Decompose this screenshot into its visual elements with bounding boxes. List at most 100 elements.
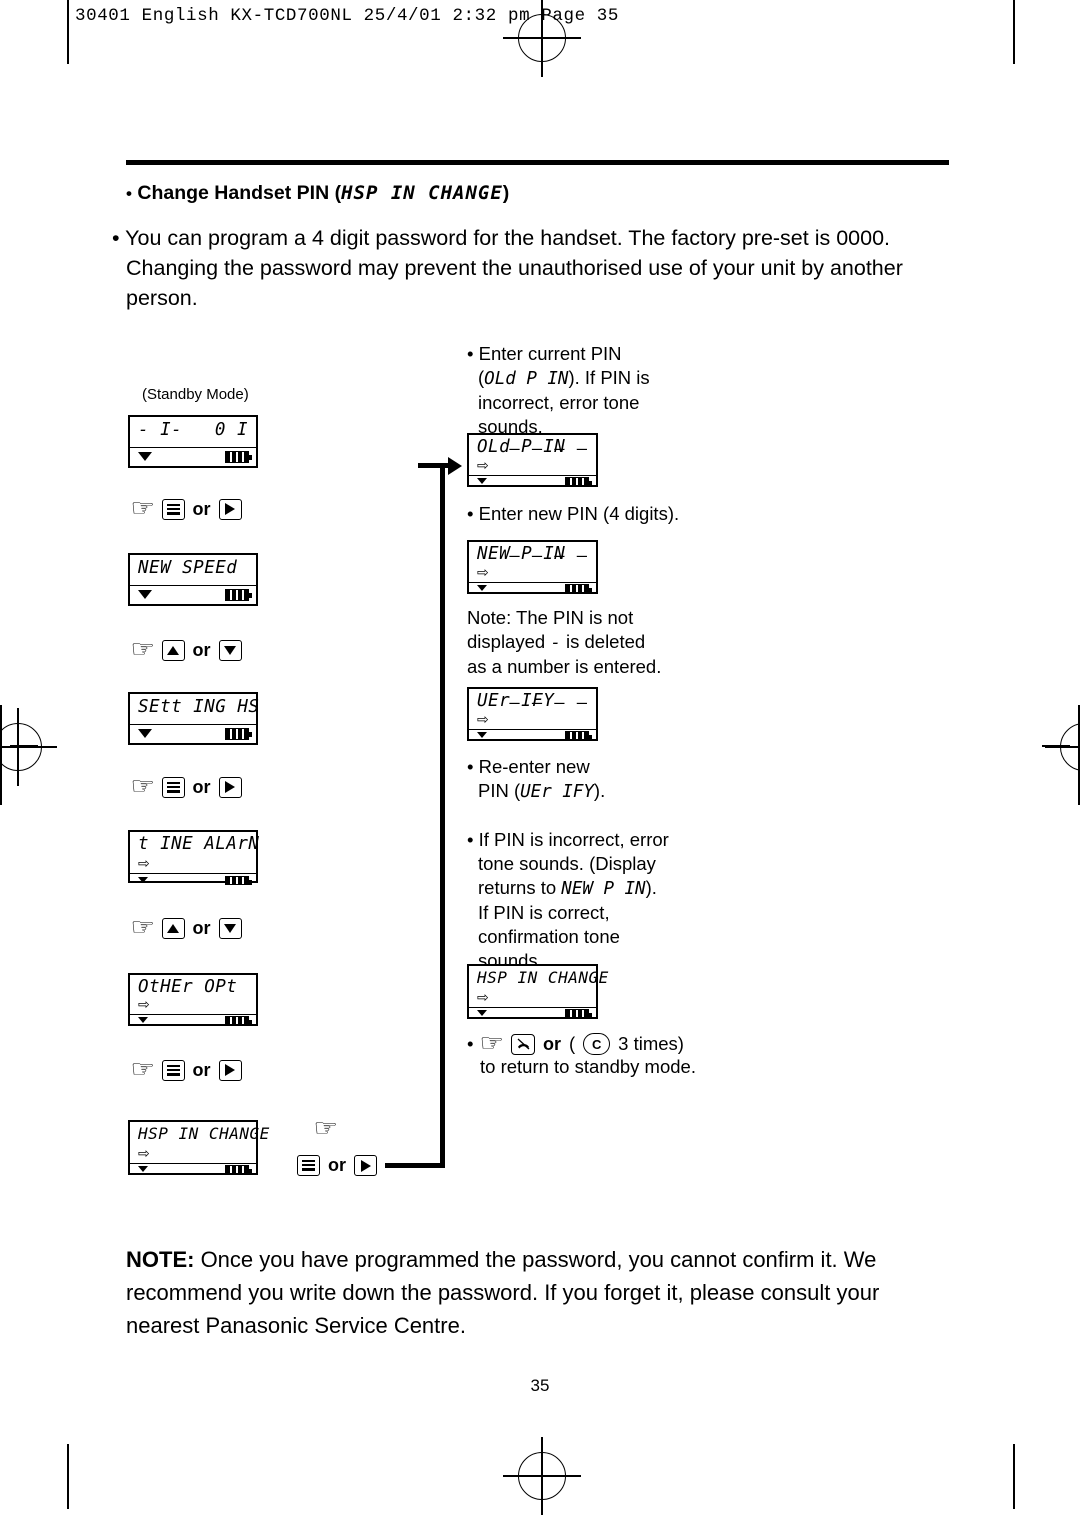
step-menu-or-right-final: or xyxy=(297,1155,377,1176)
page-number: 35 xyxy=(530,1376,550,1395)
right-note-pin: Note: The PIN is not displayed - is dele… xyxy=(467,606,727,679)
step4-line2: tone sounds. (Display xyxy=(478,853,656,874)
battery-indicator-icon xyxy=(225,728,252,740)
step-up-or-down-2: ☞ or xyxy=(130,914,242,941)
step4-line3-lcd: NEW P IN xyxy=(561,879,646,899)
lcd-screen-settings: SEtt ING HS xyxy=(128,692,259,745)
step2-text: Enter new PIN (4 digits). xyxy=(478,503,680,524)
page-content: • Change Handset PIN ( HSP IN CHANGE) • Y… xyxy=(0,0,1080,1509)
right-step-1-text: • Enter current PIN (OLd P IN). If PIN i… xyxy=(467,342,697,439)
right-step-5-keys: • ☞ or ( C 3 times) xyxy=(467,1032,684,1056)
right-arrow-key[interactable] xyxy=(354,1155,377,1176)
lcd-divider xyxy=(130,724,256,725)
standby-mode-label: (Standby Mode) xyxy=(142,386,249,403)
title-close-paren: ) xyxy=(502,182,510,204)
pointing-hand-icon: ☞ xyxy=(130,495,156,522)
power-off-key[interactable] xyxy=(511,1033,535,1055)
step-menu-or-right-3: ☞ or xyxy=(130,1058,242,1082)
antenna-indicator-icon xyxy=(138,877,148,883)
pointing-hand-icon: ☞ xyxy=(313,1115,339,1142)
clear-key[interactable]: C xyxy=(583,1033,611,1055)
intro-bullet: • xyxy=(112,226,120,250)
menu-key[interactable] xyxy=(161,1059,185,1081)
step4-line3-pre: returns to xyxy=(478,877,562,898)
antenna-indicator-icon xyxy=(138,452,152,461)
lcd-screen-hsp-change-confirm: HSP IN CHANGE ⇨ xyxy=(467,964,608,1019)
lcd-divider xyxy=(469,1007,596,1008)
bullet: • xyxy=(467,503,474,524)
antenna-indicator-icon xyxy=(138,729,152,738)
note-pin-line2-post: is deleted xyxy=(560,631,646,652)
or-label: or xyxy=(328,1155,346,1175)
lcd-divider xyxy=(130,447,256,448)
bullet: • xyxy=(467,1033,474,1054)
cursor-arrow-icon: ⇨ xyxy=(477,989,489,1005)
lcd-new-pin-dashes: – – – – xyxy=(509,546,588,566)
down-arrow-key[interactable] xyxy=(218,917,242,939)
times-label: 3 times) xyxy=(618,1033,684,1054)
battery-indicator-icon xyxy=(565,584,592,593)
lcd-new-speed-line: NEW SPEEd xyxy=(138,558,238,578)
note-pin-line3: as a number is entered. xyxy=(467,656,662,677)
battery-indicator-icon xyxy=(225,589,252,601)
title-text: Change Handset PIN ( xyxy=(137,182,342,204)
menu-key[interactable] xyxy=(297,1155,320,1176)
antenna-indicator-icon xyxy=(477,1010,487,1016)
or-label: or xyxy=(192,917,211,938)
lcd-divider xyxy=(469,582,596,583)
final-step-hand: ☞ xyxy=(313,1115,339,1143)
pointing-hand-icon: ☞ xyxy=(130,914,156,941)
right-arrow-key[interactable] xyxy=(218,776,242,798)
intro-paragraph: • You can program a 4 digit password for… xyxy=(112,223,966,313)
antenna-indicator-icon xyxy=(477,478,487,484)
antenna-indicator-icon xyxy=(138,1166,148,1172)
battery-indicator-icon xyxy=(225,876,252,885)
right-step-4-text: • If PIN is incorrect, error tone sounds… xyxy=(467,828,737,973)
lcd-hsp-change-line: HSP IN CHANGE xyxy=(138,1124,270,1143)
footer-note-label: NOTE: xyxy=(126,1247,195,1272)
right-arrow-key[interactable] xyxy=(218,1059,242,1081)
up-arrow-key[interactable] xyxy=(161,917,185,939)
bullet: • xyxy=(467,829,474,850)
lcd-divider xyxy=(469,475,596,476)
intro-text: You can program a 4 digit password for t… xyxy=(125,226,903,310)
pointing-hand-icon: ☞ xyxy=(130,773,156,800)
battery-indicator-icon xyxy=(225,1165,252,1174)
step4-line5: confirmation tone xyxy=(478,926,620,947)
menu-key[interactable] xyxy=(161,498,185,520)
menu-key[interactable] xyxy=(161,776,185,798)
battery-indicator-icon xyxy=(565,477,592,486)
title-bullet: • xyxy=(126,184,132,203)
section-divider xyxy=(126,160,949,165)
step3-line2-pre: PIN ( xyxy=(478,780,521,801)
step4-line4: If PIN is correct, xyxy=(478,902,610,923)
up-arrow-key[interactable] xyxy=(161,639,185,661)
step4-line3-post: ). xyxy=(645,877,657,898)
step-menu-or-right-1: ☞ or xyxy=(130,495,242,522)
lcd-divider xyxy=(130,585,256,586)
or-label: or xyxy=(192,1059,211,1080)
lcd-standby-right: 0 I xyxy=(214,420,248,440)
paren-open: ( xyxy=(569,1033,576,1054)
footer-note: NOTE: Once you have programmed the passw… xyxy=(126,1243,956,1342)
lcd-standby-line: - I- xyxy=(138,420,183,440)
lcd-screen-old-pin: OLd P IN – – – – ⇨ xyxy=(467,433,598,487)
cursor-arrow-icon: ⇨ xyxy=(138,1145,150,1161)
down-arrow-key[interactable] xyxy=(218,639,242,661)
cursor-arrow-icon: ⇨ xyxy=(138,855,150,871)
antenna-indicator-icon xyxy=(138,1017,148,1023)
footer-note-text: Once you have programmed the password, y… xyxy=(126,1247,880,1338)
flow-connector-arrowhead xyxy=(448,457,462,475)
step5-line2: to return to standby mode. xyxy=(480,1056,696,1077)
step1-line2-lcd: OLd P IN xyxy=(484,369,569,389)
or-label: or xyxy=(543,1033,561,1054)
lcd-screen-other-opt: OtHEr OPt ⇨ xyxy=(128,973,258,1026)
battery-indicator-icon xyxy=(565,1009,592,1018)
cursor-arrow-icon: ⇨ xyxy=(138,996,150,1012)
lcd-hsp-change-confirm-line: HSP IN CHANGE xyxy=(477,968,609,987)
bullet: • xyxy=(467,343,474,364)
step3-line2-post: ). xyxy=(593,780,606,801)
pointing-hand-icon: ☞ xyxy=(479,1030,505,1057)
note-pin-line2-lcd: - xyxy=(550,633,561,653)
right-arrow-key[interactable] xyxy=(218,498,242,520)
